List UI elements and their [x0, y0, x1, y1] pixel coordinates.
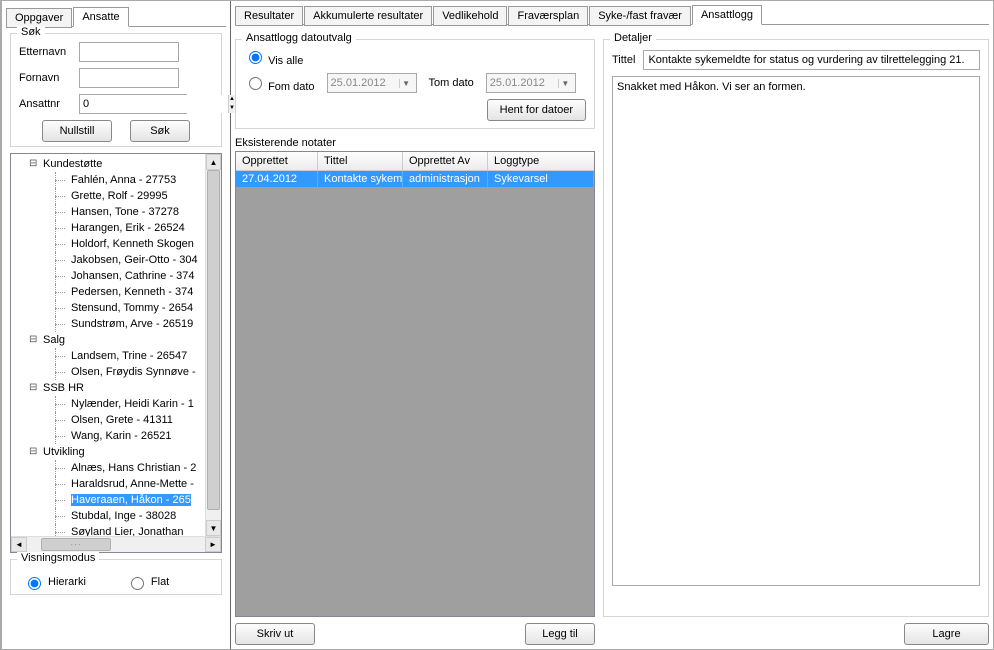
search-title: Søk [17, 26, 45, 38]
tom-date-input[interactable]: 25.01.2012▼ [486, 73, 576, 93]
log-body-textarea[interactable] [612, 76, 980, 586]
fom-dato-radio[interactable]: Fom dato [244, 74, 315, 93]
tree-item[interactable]: Johansen, Cathrine - 374 [15, 268, 205, 284]
detaljer-title: Detaljer [610, 32, 656, 44]
fornavn-label: Fornavn [19, 72, 79, 84]
etternavn-input[interactable] [79, 42, 179, 62]
etternavn-label: Etternavn [19, 46, 79, 58]
tittel-input[interactable] [643, 50, 980, 70]
tree-item[interactable]: Olsen, Grete - 41311 [15, 412, 205, 428]
datoutvalg-title: Ansattlogg datoutvalg [242, 32, 356, 44]
tree-item[interactable]: Alnæs, Hans Christian - 2 [15, 460, 205, 476]
main-tabstrip: ResultaterAkkumulerte resultaterVedlikeh… [235, 3, 989, 25]
cell-opprettetav: administrasjon [403, 171, 488, 187]
tree-item[interactable]: Hansen, Tone - 37278 [15, 204, 205, 220]
tree-hscroll[interactable]: ◄ ··· ► [11, 536, 221, 552]
search-group: Søk Etternavn Fornavn Ansattnr ▲ ▼ [10, 33, 222, 147]
tree-item[interactable]: Jakobsen, Geir-Otto - 304 [15, 252, 205, 268]
tab-ansatte[interactable]: Ansatte [73, 7, 128, 27]
right-panel: ResultaterAkkumulerte resultaterVedlikeh… [231, 1, 993, 649]
tree-group[interactable]: SSB HR [15, 380, 205, 396]
notater-table[interactable]: Opprettet Tittel Opprettet Av Loggtype 2… [235, 151, 595, 617]
left-panel: Oppgaver Ansatte Søk Etternavn Fornavn A… [1, 1, 231, 649]
tittel-label: Tittel [612, 54, 635, 66]
left-tabstrip: Oppgaver Ansatte [6, 5, 226, 27]
col-opprettet[interactable]: Opprettet [236, 152, 318, 170]
scroll-left-icon[interactable]: ◄ [11, 537, 27, 552]
vscroll-thumb[interactable] [207, 170, 220, 510]
datoutvalg-fieldset: Ansattlogg datoutvalg Vis alle Fom dato … [235, 39, 595, 129]
calendar-icon[interactable]: ▼ [399, 79, 413, 88]
tree-item[interactable]: Pedersen, Kenneth - 374 [15, 284, 205, 300]
fornavn-input[interactable] [79, 68, 179, 88]
tree-item[interactable]: Sundstrøm, Arve - 26519 [15, 316, 205, 332]
tree-vscroll[interactable]: ▲ ▼ [205, 154, 221, 536]
legg-til-button[interactable]: Legg til [525, 623, 595, 645]
tree-content[interactable]: KundestøtteFahlén, Anna - 27753Grette, R… [11, 154, 205, 536]
detaljer-fieldset: Detaljer Tittel [603, 39, 989, 617]
calendar-icon[interactable]: ▼ [558, 79, 572, 88]
scroll-down-icon[interactable]: ▼ [206, 520, 221, 536]
tree-item[interactable]: Søyland Lier, Jonathan [15, 524, 205, 536]
tab-syke-fast-frav-r[interactable]: Syke-/fast fravær [589, 6, 691, 26]
tree-group[interactable]: Kundestøtte [15, 156, 205, 172]
tree-item[interactable]: Wang, Karin - 26521 [15, 428, 205, 444]
col-loggtype[interactable]: Loggtype [488, 152, 594, 170]
col-tittel[interactable]: Tittel [318, 152, 403, 170]
tab-resultater[interactable]: Resultater [235, 6, 303, 26]
col-opprettetav[interactable]: Opprettet Av [403, 152, 488, 170]
scroll-right-icon[interactable]: ► [205, 537, 221, 552]
tree-item[interactable]: Landsem, Trine - 26547 [15, 348, 205, 364]
hierarki-radio[interactable]: Hierarki [23, 574, 86, 590]
tree-item[interactable]: Stubdal, Inge - 38028 [15, 508, 205, 524]
tom-dato-label: Tom dato [429, 77, 474, 89]
tree-group[interactable]: Utvikling [15, 444, 205, 460]
vis-alle-radio[interactable]: Vis alle [244, 48, 303, 67]
tree-item[interactable]: Haraldsrud, Anne-Mette - [15, 476, 205, 492]
table-row[interactable]: 27.04.2012 Kontakte sykem administrasjon… [236, 171, 594, 187]
tree-item[interactable]: Fahlén, Anna - 27753 [15, 172, 205, 188]
tab-frav-rsplan[interactable]: Fraværsplan [508, 6, 588, 26]
ansattnr-input[interactable]: ▲ ▼ [79, 94, 187, 114]
notater-title: Eksisterende notater [235, 137, 595, 149]
scroll-up-icon[interactable]: ▲ [206, 154, 221, 170]
tab-ansattlogg[interactable]: Ansattlogg [692, 5, 762, 25]
notater-fieldset: Eksisterende notater Opprettet Tittel Op… [235, 137, 595, 617]
hscroll-thumb[interactable]: ··· [41, 538, 111, 551]
tree-item[interactable]: Olsen, Frøydis Synnøve - [15, 364, 205, 380]
ansattnr-label: Ansattnr [19, 98, 79, 110]
tree-item[interactable]: Holdorf, Kenneth Skogen [15, 236, 205, 252]
tab-akkumulerte-resultater[interactable]: Akkumulerte resultater [304, 6, 432, 26]
tree-item[interactable]: Grette, Rolf - 29995 [15, 188, 205, 204]
visningsmodus-title: Visningsmodus [17, 552, 99, 564]
tree-group[interactable]: Salg [15, 332, 205, 348]
tree-item[interactable]: Harangen, Erik - 26524 [15, 220, 205, 236]
tree-item[interactable]: Haveraaen, Håkon - 265 [15, 492, 205, 508]
tree-item[interactable]: Stensund, Tommy - 2654 [15, 300, 205, 316]
cell-loggtype: Sykevarsel [488, 171, 594, 187]
fom-date-input[interactable]: 25.01.2012▼ [327, 73, 417, 93]
tree-item[interactable]: Nylænder, Heidi Karin - 1 [15, 396, 205, 412]
visningsmodus-group: Visningsmodus Hierarki Flat [10, 559, 222, 595]
nullstill-button[interactable]: Nullstill [42, 120, 112, 142]
cell-tittel: Kontakte sykem [318, 171, 403, 187]
employee-tree: KundestøtteFahlén, Anna - 27753Grette, R… [10, 153, 222, 553]
tab-vedlikehold[interactable]: Vedlikehold [433, 6, 507, 26]
hent-for-datoer-button[interactable]: Hent for datoer [487, 99, 586, 121]
sok-button[interactable]: Søk [130, 120, 190, 142]
tab-oppgaver[interactable]: Oppgaver [6, 8, 72, 28]
flat-radio[interactable]: Flat [126, 574, 169, 590]
skriv-ut-button[interactable]: Skriv ut [235, 623, 315, 645]
cell-opprettet: 27.04.2012 [236, 171, 318, 187]
lagre-button[interactable]: Lagre [904, 623, 989, 645]
